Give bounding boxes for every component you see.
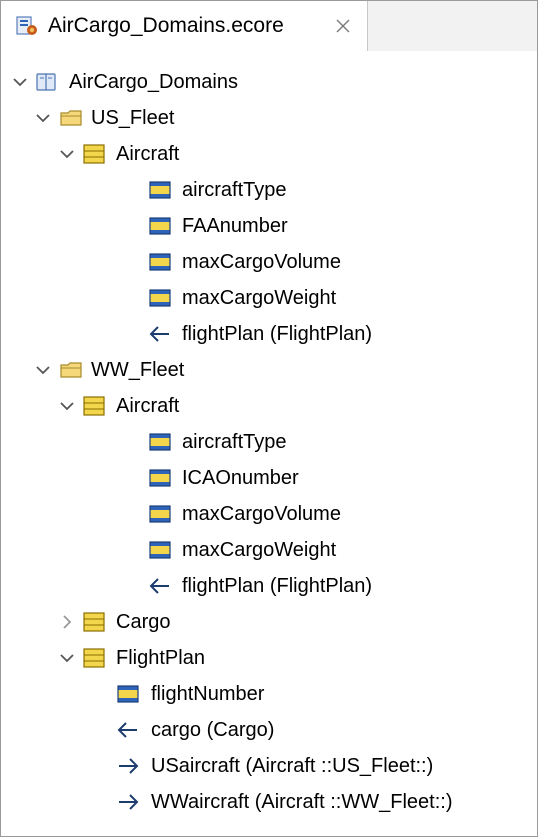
attribute-icon [149,469,171,487]
attribute-icon [149,253,171,271]
chevron-down-icon[interactable] [58,649,76,667]
tree-node-label: Cargo [116,611,171,633]
tree-node-label: Aircraft [116,143,180,165]
tree-node-label: AirCargo_Domains [69,71,238,93]
folder-icon [60,362,82,378]
class-icon [83,612,105,632]
tree-node-label: flightNumber [151,683,265,705]
tree-node-label: WW_Fleet [91,359,185,381]
chevron-down-icon[interactable] [34,109,52,127]
tree-node-label: maxCargoVolume [182,503,341,525]
reference-arrow-left-icon [149,578,169,594]
reference-arrow-left-icon [149,326,169,342]
class-icon [83,648,105,668]
reference-arrow-right-icon [119,794,139,810]
ecore-file-icon [16,16,37,35]
tree-node-label: US_Fleet [91,107,175,129]
tree-node-label: maxCargoWeight [182,287,337,309]
chevron-right-icon[interactable] [58,613,76,631]
chevron-down-icon[interactable] [58,397,76,415]
tree-node-label: USaircraft (Aircraft ::US_Fleet::) [151,755,434,777]
attribute-icon [117,685,139,703]
class-icon [83,144,105,164]
chevron-down-icon[interactable] [58,145,76,163]
editor-tab[interactable]: AirCargo_Domains.ecore [1,1,368,51]
editor-frame: AirCargo_Domains.ecore AirCargo_Domains [0,0,538,837]
tab-bar: AirCargo_Domains.ecore [1,1,537,51]
tree-node-label: Aircraft [116,395,180,417]
tree-node-label: flightPlan (FlightPlan) [182,323,373,345]
tree-node-label: aircraftType [182,179,287,201]
folder-icon [60,110,82,126]
class-icon [83,396,105,416]
reference-arrow-left-icon [117,722,137,738]
tree-node-label: WWaircraft (Aircraft ::WW_Fleet::) [151,791,453,813]
package-book-icon [36,73,56,91]
attribute-icon [149,217,171,235]
chevron-down-icon[interactable] [11,73,29,91]
attribute-icon [149,433,171,451]
tree-node-label: maxCargoVolume [182,251,341,273]
reference-arrow-right-icon [119,758,139,774]
tree-node-label: FlightPlan [116,647,205,669]
tree-node-label: FAAnumber [182,215,288,237]
tree-node-label: maxCargoWeight [182,539,337,561]
attribute-icon [149,505,171,523]
tree-node-label: aircraftType [182,431,287,453]
tree-node-label: cargo (Cargo) [151,719,275,741]
attribute-icon [149,541,171,559]
attribute-icon [149,181,171,199]
tree-node-label: ICAOnumber [182,467,299,489]
tree-node-label: flightPlan (FlightPlan) [182,575,373,597]
tab-title: AirCargo_Domains.ecore [48,14,284,37]
attribute-icon [149,289,171,307]
close-icon[interactable] [334,17,352,35]
chevron-down-icon[interactable] [34,361,52,379]
